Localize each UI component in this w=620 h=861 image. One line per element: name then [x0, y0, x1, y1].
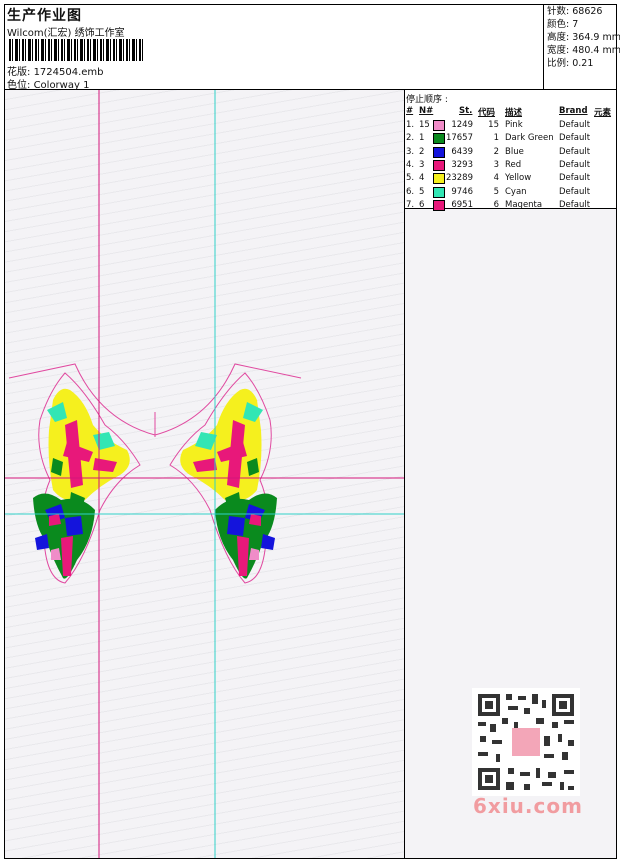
spec-label: 高度: [547, 32, 570, 43]
color-swatch [433, 146, 445, 158]
row-brand: Default [559, 146, 591, 157]
colorway-line: 色位: Colorway 1 [7, 76, 89, 91]
row-needle: 5 [419, 186, 425, 197]
spec-scale: 比例: 0.21 [544, 57, 617, 70]
row-needle: 3 [419, 159, 425, 170]
row-code: 15 [488, 120, 499, 130]
stop-sequence-row: 1. 15 1249 15 Pink Default [405, 119, 616, 132]
barcode-image [9, 39, 145, 61]
row-needle: 6 [419, 199, 425, 210]
col-desc: 描述 [505, 108, 523, 118]
row-brand: Default [559, 159, 591, 170]
col-needle: N# [419, 106, 434, 116]
row-needle: 2 [419, 146, 425, 157]
worksheet-header: 生产作业图 Wilcom(汇宏) 绣饰工作室 花版: 1724504.emb 色… [5, 5, 620, 91]
row-code: 5 [493, 186, 499, 197]
watermark-text: 6xiu.com [473, 794, 583, 818]
spec-label: 宽度: [547, 45, 570, 56]
color-swatch [433, 120, 445, 131]
studio-name: Wilcom(汇宏) 绣饰工作室 [7, 28, 125, 39]
col-element: 元素 [594, 108, 612, 118]
col-stitches: St. [459, 106, 473, 116]
row-desc: Pink [505, 120, 523, 130]
qr-code [472, 688, 580, 796]
spec-label: 针数: [547, 6, 570, 17]
spec-value: 480.4 mm [572, 45, 620, 56]
spec-value: 364.9 mm [572, 32, 620, 43]
row-needle: 1 [419, 133, 425, 144]
row-brand: Default [559, 186, 591, 197]
spec-stitch-count: 针数: 68626 [544, 5, 617, 18]
color-swatch [433, 173, 445, 185]
row-num: 6. [406, 186, 415, 197]
row-brand: Default [559, 133, 591, 144]
info-panel: 停止顺序 : # N# St. 代码 描述 Brand 元素 1. 15 1249 1… [405, 90, 616, 858]
color-swatch [433, 159, 445, 171]
stop-sequence-row: 5. 4 23289 4 Yellow Default [405, 172, 616, 185]
row-brand: Default [559, 199, 591, 210]
col-num: # [406, 106, 414, 116]
row-num: 2. [406, 133, 415, 144]
spec-color-count: 颜色: 7 [544, 18, 617, 31]
spec-height: 高度: 364.9 mm [544, 31, 620, 44]
row-desc: Magenta [505, 199, 543, 210]
row-desc: Cyan [505, 186, 527, 197]
stop-sequence-row: 7. 6 6951 6 Magenta Default [405, 199, 616, 212]
spec-value: 68626 [572, 6, 603, 17]
row-code: 3 [493, 159, 499, 170]
row-num: 1. [406, 120, 415, 130]
row-desc: Red [505, 159, 522, 170]
row-brand: Default [559, 173, 591, 184]
spec-label: 颜色: [547, 19, 570, 30]
embroidery-preview [5, 90, 404, 858]
row-desc: Dark Green [505, 133, 554, 144]
left-motif-stitches [33, 388, 130, 579]
row-num: 4. [406, 159, 415, 170]
row-code: 4 [493, 173, 499, 184]
qr-center-logo [512, 728, 540, 756]
right-motif-stitches [180, 388, 277, 579]
row-desc: Yellow [505, 173, 532, 184]
stop-sequence-table: 停止顺序 : # N# St. 代码 描述 Brand 元素 1. 15 1249 1… [405, 90, 616, 212]
col-brand: Brand [559, 106, 588, 116]
row-code: 6 [493, 199, 499, 210]
worksheet-frame: 生产作业图 Wilcom(汇宏) 绣饰工作室 花版: 1724504.emb 色… [4, 4, 620, 859]
row-needle: 15 [419, 120, 430, 130]
stop-sequence-title: 停止顺序 : [406, 95, 448, 105]
row-code: 1 [493, 133, 499, 144]
stop-sequence-row: 3. 2 6439 2 Blue Default [405, 146, 616, 159]
spec-value: 0.21 [572, 58, 594, 69]
color-swatch [433, 133, 445, 145]
page-title: 生产作业图 [7, 8, 82, 24]
spec-width: 宽度: 480.4 mm [544, 44, 620, 57]
col-code: 代码 [478, 108, 496, 118]
stop-sequence-row: 4. 3 3293 3 Red Default [405, 159, 616, 172]
row-brand: Default [559, 120, 591, 130]
row-needle: 4 [419, 173, 425, 184]
color-swatch [433, 186, 445, 198]
row-num: 5. [406, 173, 415, 184]
spec-label: 比例: [547, 58, 570, 69]
row-desc: Blue [505, 146, 524, 157]
spec-value: 7 [572, 19, 579, 30]
row-code: 2 [493, 146, 499, 157]
row-num: 7. [406, 199, 415, 210]
color-swatch [433, 199, 445, 211]
stop-sequence-row: 2. 1 17657 1 Dark Green Default [405, 132, 616, 145]
design-specs: 针数: 68626 颜色: 7 高度: 364.9 mm 宽度: 480.4 m… [543, 5, 620, 89]
row-num: 3. [406, 146, 415, 157]
stop-sequence-row: 6. 5 9746 5 Cyan Default [405, 186, 616, 199]
design-canvas [5, 90, 405, 858]
qr-code-image [472, 688, 580, 796]
